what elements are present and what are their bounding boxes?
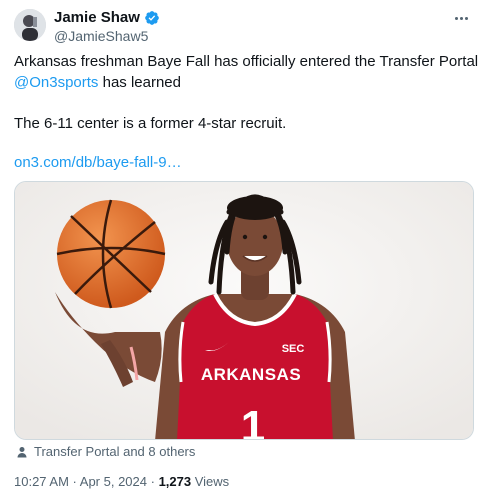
avatar[interactable] (14, 9, 46, 41)
mention-link[interactable]: @On3sports (14, 74, 98, 91)
tweet-photo[interactable]: SEC ARKANSAS 1 (14, 181, 474, 440)
person-icon (17, 446, 27, 457)
author-name[interactable]: Jamie Shaw (54, 9, 140, 26)
tweet-text-continuation: has learned (98, 74, 181, 91)
tweet-date[interactable]: Apr 5, 2024 (80, 474, 147, 489)
tweet-text-line-1: Arkansas freshman Baye Fall has official… (14, 53, 479, 70)
tagged-label: Transfer Portal and 8 others (34, 444, 196, 459)
tweet-text-line-3: The 6-11 center is a former 4-star recru… (14, 115, 287, 132)
jersey-team-name: ARKANSAS (201, 365, 301, 384)
tweet-card: Jamie Shaw @JamieShaw5 Arkansas freshman… (0, 0, 482, 500)
meta-separator: · (68, 474, 80, 489)
more-icon[interactable] (450, 10, 472, 26)
tweet-text-line-2: @On3sports has learned (14, 73, 181, 93)
author-handle[interactable]: @JamieShaw5 (54, 28, 148, 44)
tweet-meta: 10:27 AM · Apr 5, 2024 · 1,273 Views (14, 474, 229, 489)
tagged-users[interactable]: Transfer Portal and 8 others (16, 444, 195, 459)
author-row: Jamie Shaw (54, 9, 160, 26)
article-link[interactable]: on3.com/db/baye-fall-9… (14, 153, 182, 173)
jersey-badge: SEC (282, 343, 305, 355)
verified-badge-icon (145, 10, 159, 25)
tweet-time[interactable]: 10:27 AM (14, 474, 69, 489)
meta-separator: · (147, 474, 159, 489)
views-label: Views (191, 474, 230, 489)
jersey-number: 1 (241, 402, 265, 440)
views-count: 1,273 (158, 474, 192, 489)
